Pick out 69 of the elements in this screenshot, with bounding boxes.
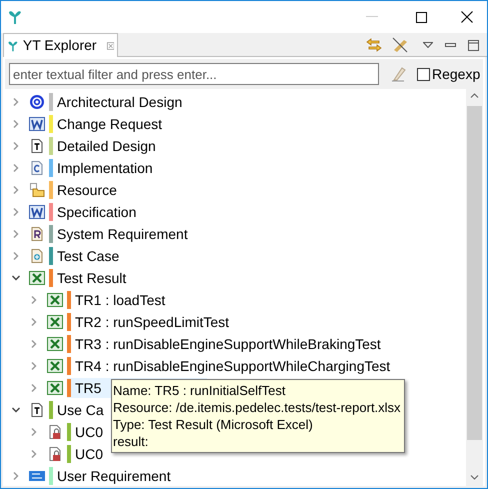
tree-item-label: Use Ca <box>57 400 104 420</box>
tree-item[interactable]: Test Case <box>49 246 122 266</box>
spreadsheet-icon <box>47 358 63 374</box>
code-file-icon <box>29 160 45 176</box>
scroll-down-icon[interactable] <box>470 475 479 480</box>
tree-item-label: Test Case <box>57 246 120 266</box>
spreadsheet-icon <box>47 380 63 396</box>
spreadsheet-icon <box>47 314 63 330</box>
expand-chevron-icon[interactable] <box>11 207 21 217</box>
tooltip-line: Type: Test Result (Microsoft Excel) <box>113 416 314 433</box>
app-logo-icon <box>7 9 23 25</box>
expand-chevron-icon[interactable] <box>11 471 21 481</box>
maximize-icon[interactable] <box>416 12 427 22</box>
expand-chevron-icon[interactable] <box>11 185 21 195</box>
expand-chevron-icon[interactable] <box>11 119 21 129</box>
collapse-chevron-icon[interactable] <box>11 273 21 283</box>
locked-file-icon <box>47 424 63 440</box>
text-file-icon <box>29 402 45 418</box>
expand-chevron-icon[interactable] <box>11 251 21 261</box>
expand-chevron-icon[interactable] <box>29 317 39 327</box>
tree-item-label: UC0 <box>75 444 104 464</box>
filter-field[interactable]: enter textual filter and press enter... <box>9 63 379 85</box>
folder-icon <box>29 182 45 198</box>
tree-item[interactable]: Test Result <box>49 268 128 288</box>
tooltip-line: result: <box>113 433 150 450</box>
expand-chevron-icon[interactable] <box>29 427 39 437</box>
tree-item[interactable]: UC0 <box>67 422 106 442</box>
tree-item[interactable]: Resource <box>49 180 119 200</box>
tab-title: YT Explorer <box>22 36 97 55</box>
tree-item[interactable]: Use Ca <box>49 400 106 420</box>
minimize-icon[interactable] <box>366 16 378 18</box>
tree-item-label: UC0 <box>75 422 104 442</box>
view-tab[interactable]: YT Explorer <box>3 33 118 57</box>
minimize-view-icon[interactable] <box>445 42 456 48</box>
spreadsheet-icon <box>29 270 45 286</box>
r-file-icon <box>29 226 45 242</box>
word-document-icon <box>29 204 45 220</box>
expand-chevron-icon[interactable] <box>29 383 39 393</box>
regexp-label: Regexp <box>432 64 480 84</box>
tree-item-label: Resource <box>57 180 117 200</box>
text-file-icon <box>29 138 45 154</box>
spreadsheet-icon <box>47 336 63 352</box>
expand-chevron-icon[interactable] <box>11 163 21 173</box>
word-document-icon <box>29 116 45 132</box>
spreadsheet-icon <box>47 292 63 308</box>
locked-file-icon <box>47 446 63 462</box>
tree-item-label: Test Result <box>57 268 126 288</box>
close-icon[interactable] <box>461 11 473 23</box>
scroll-up-icon[interactable] <box>470 93 479 98</box>
crossed-tool-icon[interactable] <box>391 37 409 53</box>
expand-chevron-icon[interactable] <box>29 361 39 371</box>
tooltip-line: Resource: /de.itemis.pedelec.tests/test-report.xlsx <box>113 399 402 416</box>
expand-chevron-icon[interactable] <box>29 295 39 305</box>
link-arrows-icon[interactable] <box>365 37 383 53</box>
test-case-icon <box>29 248 45 264</box>
expand-chevron-icon[interactable] <box>29 449 39 459</box>
tree-item-label: TR5 <box>75 378 102 398</box>
expand-chevron-icon[interactable] <box>11 229 21 239</box>
view-menu-icon[interactable] <box>423 42 433 48</box>
regexp-checkbox[interactable] <box>417 68 430 80</box>
collapse-chevron-icon[interactable] <box>11 405 21 415</box>
tree-item[interactable]: UC0 <box>67 444 106 464</box>
expand-chevron-icon[interactable] <box>11 97 21 107</box>
tooltip-line: Name: TR5 : runInitialSelfTest <box>113 382 286 399</box>
eraser-icon[interactable] <box>390 66 406 82</box>
maximize-view-icon[interactable] <box>468 40 479 50</box>
expand-chevron-icon[interactable] <box>11 141 21 151</box>
scroll-thumb[interactable] <box>467 106 482 440</box>
expand-chevron-icon[interactable] <box>29 339 39 349</box>
